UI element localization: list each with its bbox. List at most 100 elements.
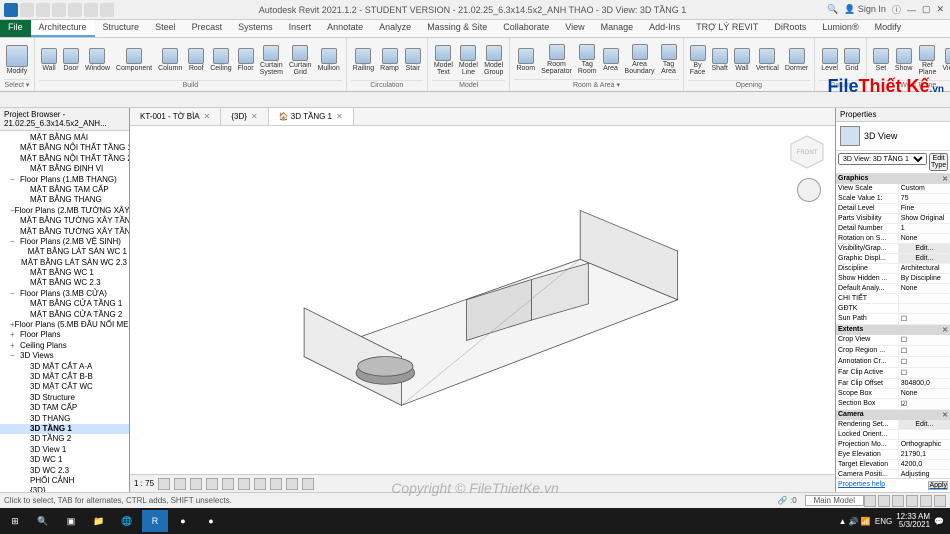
temp-hide-icon[interactable]: [286, 478, 298, 490]
select-underlay-icon[interactable]: [878, 495, 890, 507]
search-box[interactable]: 🔍: [827, 4, 838, 15]
apply-button[interactable]: Apply: [928, 481, 948, 490]
ribbon-btn-railing[interactable]: Railing: [351, 47, 376, 73]
revit-logo-icon[interactable]: [4, 3, 18, 17]
ribbon-tab-annotate[interactable]: Annotate: [319, 20, 371, 37]
crop-region-icon[interactable]: [254, 478, 266, 490]
ribbon-btn-window[interactable]: Window: [83, 47, 112, 73]
tree-item[interactable]: 3D MẶT CẮT A-A: [0, 362, 129, 372]
language-indicator[interactable]: ENG: [875, 517, 892, 526]
expand-icon[interactable]: −: [10, 289, 20, 299]
select-links-icon[interactable]: [864, 495, 876, 507]
tree-item[interactable]: 3D WC 2.3: [0, 466, 129, 476]
prop-row[interactable]: Far Clip Offset304800,0: [836, 379, 950, 389]
ribbon-btn-ref-plane[interactable]: Ref Plane: [916, 44, 938, 77]
tree-item[interactable]: MẶT BẰNG WC 1: [0, 268, 129, 278]
chrome-icon[interactable]: 🌐: [114, 510, 140, 532]
prop-value[interactable]: ☐: [899, 357, 950, 367]
ribbon-tab-structure[interactable]: Structure: [95, 20, 148, 37]
ribbon-btn-column[interactable]: Column: [156, 47, 184, 73]
tree-item[interactable]: 3D MẶT CẮT WC: [0, 382, 129, 392]
ribbon-tab-analyze[interactable]: Analyze: [371, 20, 419, 37]
detail-level-icon[interactable]: [158, 478, 170, 490]
ribbon-btn-roof[interactable]: Roof: [186, 47, 206, 73]
prop-value[interactable]: ☐: [899, 335, 950, 345]
navigation-wheel[interactable]: [797, 178, 821, 202]
print-icon[interactable]: [84, 3, 98, 17]
prop-row[interactable]: Visibility/Grap...Edit...: [836, 244, 950, 254]
properties-filter-select[interactable]: 3D View: 3D TẦNG 1: [838, 153, 927, 165]
filter-icon[interactable]: [934, 495, 946, 507]
ribbon-btn-vertical[interactable]: Vertical: [754, 47, 781, 73]
tree-item[interactable]: 3D TAM CẤP: [0, 403, 129, 413]
tree-item[interactable]: −3D Views: [0, 351, 129, 361]
close-tab-icon[interactable]: ✕: [204, 112, 211, 121]
ribbon-btn-model-group[interactable]: Model Group: [482, 44, 505, 77]
ribbon-btn-show[interactable]: Show: [893, 47, 915, 73]
ribbon-btn-ceiling[interactable]: Ceiling: [208, 47, 233, 73]
tree-item[interactable]: +Ceiling Plans: [0, 341, 129, 351]
prop-row[interactable]: CHI TIẾT: [836, 294, 950, 304]
undo-icon[interactable]: [52, 3, 66, 17]
prop-row[interactable]: Scale Value 1:75: [836, 194, 950, 204]
tree-item[interactable]: 3D View 1: [0, 445, 129, 455]
tree-item[interactable]: MẶT BẰNG THANG: [0, 195, 129, 205]
ribbon-tab-modify[interactable]: Modify: [867, 20, 910, 37]
ribbon-btn-viewer[interactable]: Viewer: [940, 47, 950, 73]
ribbon-btn-curtain-system[interactable]: Curtain System: [258, 44, 285, 77]
task-view-icon[interactable]: ▣: [58, 510, 84, 532]
tree-item[interactable]: −Floor Plans (1.MB THANG): [0, 175, 129, 185]
ribbon-btn-curtain-grid[interactable]: Curtain Grid: [287, 44, 314, 77]
expand-icon[interactable]: −: [10, 351, 20, 361]
ribbon-tab-tr-l-revit[interactable]: TRỢ LÝ REVIT: [688, 20, 766, 37]
shadows-icon[interactable]: [206, 478, 218, 490]
expand-icon[interactable]: +: [10, 341, 20, 351]
file-explorer-icon[interactable]: 📁: [86, 510, 112, 532]
prop-value[interactable]: By Discipline: [899, 274, 950, 283]
prop-row[interactable]: Projection Mo...Orthographic: [836, 440, 950, 450]
revit-taskbar-icon[interactable]: R: [142, 510, 168, 532]
reveal-hidden-icon[interactable]: [302, 478, 314, 490]
tree-item[interactable]: 3D TẦNG 2: [0, 434, 129, 444]
tree-item[interactable]: PHỐI CẢNH: [0, 476, 129, 486]
tree-item[interactable]: MẶT BẰNG CỬA TẦNG 1: [0, 299, 129, 309]
prop-row[interactable]: GĐTK: [836, 304, 950, 314]
prop-row[interactable]: Annotation Cr...☐: [836, 357, 950, 368]
ribbon-btn-dormer[interactable]: Dormer: [783, 47, 810, 73]
tree-item[interactable]: MẶT BẰNG LÁT SÀN WC 1: [0, 247, 129, 257]
prop-value[interactable]: Adjusting: [899, 470, 950, 478]
prop-row[interactable]: Show Hidden ...By Discipline: [836, 274, 950, 284]
prop-value[interactable]: None: [899, 389, 950, 398]
prop-value[interactable]: Custom: [899, 184, 950, 193]
tree-item[interactable]: MẶT BẰNG NỘI THẤT TẦNG 2: [0, 154, 129, 164]
prop-value[interactable]: Edit...: [899, 254, 950, 263]
ribbon-tab-steel[interactable]: Steel: [147, 20, 184, 37]
viewcube[interactable]: FRONT: [787, 132, 827, 172]
tray-icons[interactable]: ▲ 🔊 📶: [839, 517, 871, 526]
ribbon-btn-by-face[interactable]: By Face: [688, 44, 708, 77]
ribbon-btn-model-text[interactable]: Model Text: [432, 44, 455, 77]
prop-value[interactable]: Fine: [899, 204, 950, 213]
prop-value[interactable]: [899, 304, 950, 313]
tree-item[interactable]: +Floor Plans: [0, 330, 129, 340]
select-face-icon[interactable]: [906, 495, 918, 507]
prop-row[interactable]: Detail Number1: [836, 224, 950, 234]
doc-tab[interactable]: 🏠 3D TẦNG 1✕: [269, 108, 354, 125]
ribbon-btn-modify[interactable]: Modify: [4, 44, 30, 76]
ribbon-btn-area-boundary[interactable]: Area Boundary: [623, 43, 657, 76]
ribbon-btn-level[interactable]: Level: [819, 47, 840, 73]
tree-item[interactable]: MẶT BẰNG TƯỜNG XÂY TẦNG 2: [0, 227, 129, 237]
prop-value[interactable]: ☑: [899, 399, 950, 409]
ribbon-tab-systems[interactable]: Systems: [230, 20, 281, 37]
prop-value[interactable]: [899, 294, 950, 303]
prop-row[interactable]: Camera Positi...Adjusting: [836, 470, 950, 478]
prop-row[interactable]: View ScaleCustom: [836, 184, 950, 194]
tree-item[interactable]: 3D WC 1: [0, 455, 129, 465]
ribbon-btn-shaft[interactable]: Shaft: [710, 47, 730, 73]
prop-value[interactable]: ☐: [899, 314, 950, 324]
prop-category-header[interactable]: Camera✕: [836, 410, 950, 420]
app-icon-2[interactable]: ●: [198, 510, 224, 532]
ribbon-btn-mullion[interactable]: Mullion: [316, 47, 342, 73]
prop-value[interactable]: Orthographic: [899, 440, 950, 449]
tree-item[interactable]: MẶT BẰNG MÁI: [0, 133, 129, 143]
